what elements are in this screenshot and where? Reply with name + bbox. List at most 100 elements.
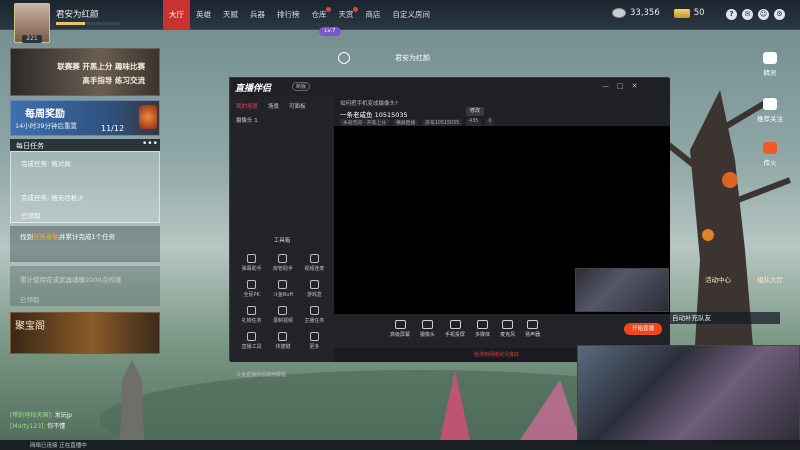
tool-icon <box>309 306 319 315</box>
tool-label: 视频连麦 <box>304 266 325 272</box>
medal-icon <box>139 105 157 129</box>
tool-icon <box>278 332 288 341</box>
tool-icon <box>278 306 288 315</box>
party-hall-label: 组队大厅 <box>757 276 783 284</box>
control-button[interactable]: 摄像头 <box>420 320 435 338</box>
nav-tab[interactable]: 仓库 <box>306 0 333 30</box>
weekly-reset-time: 14小时39分钟后重置 <box>15 122 78 130</box>
recommend-follow-button[interactable]: 推荐关注 <box>752 98 788 123</box>
toolbox-item[interactable]: 礼物任务 <box>236 306 267 324</box>
daily-task-title: 每日任务 <box>16 142 44 150</box>
nav-tab[interactable]: 兵器 <box>244 0 271 30</box>
room-name: 君安为红颜 <box>395 54 430 62</box>
notification-dot <box>325 7 331 12</box>
weekly-reward-panel[interactable]: 每周奖励 14小时39分钟后重置 11/12 <box>10 100 160 136</box>
help-icon[interactable]: ? <box>726 9 737 20</box>
room-tag: 435 <box>466 119 482 126</box>
tool-label: 全民PK <box>243 292 260 298</box>
tool-label: 弹幕助手 <box>241 266 262 272</box>
tool-label: 更多 <box>309 344 320 350</box>
toolbox-item[interactable]: 游戏盒 <box>299 280 330 298</box>
control-button[interactable]: 高级屏幕 <box>390 320 410 338</box>
status-text: 检测到网络状况良好 <box>474 352 520 358</box>
control-buttons: 高级屏幕 摄像头 手机投屏 多媒体 麦克风 扬声器 <box>390 320 540 338</box>
event-banner[interactable]: 联赛赛 开黑上分 趣味比赛 高手指导 练习交流 <box>10 48 160 96</box>
player-level: 221 <box>22 35 42 43</box>
match-bar[interactable]: 自动补充队友 <box>668 312 780 324</box>
toolbox-item[interactable]: 全民PK <box>236 280 267 298</box>
treasure-pavilion-banner[interactable]: 聚宝阁 <box>10 312 160 354</box>
tool-icon <box>247 332 257 341</box>
tool-icon <box>309 332 319 341</box>
party-hall-button[interactable]: 组队大厅 <box>752 274 788 284</box>
nav-tab[interactable]: 天赏 <box>333 0 360 30</box>
tool-label: 斗鱼Buff <box>272 292 294 298</box>
tool-label: 房管助手 <box>272 266 293 272</box>
find-task-highlight: 任务卷轴 <box>33 233 59 241</box>
tool-icon <box>247 306 257 315</box>
more-icon[interactable]: ••• <box>142 139 158 149</box>
currency-bar: 33,356 50 <box>612 8 705 18</box>
scene-item-camera[interactable]: 摄像头 1 <box>236 116 258 124</box>
tab-panels[interactable]: 可面板 <box>289 102 306 110</box>
control-button[interactable]: 扬声器 <box>525 320 540 338</box>
control-icon <box>394 320 406 329</box>
toolbox-item[interactable]: 房管助手 <box>267 254 298 272</box>
tab-my-scenes[interactable]: 我的场景 <box>236 102 258 110</box>
modify-button[interactable]: 修改 <box>466 107 484 116</box>
tool-label: 录制视频 <box>272 318 293 324</box>
control-button[interactable]: 手机投屏 <box>445 320 465 338</box>
tool-label: 主播任务 <box>304 318 325 324</box>
toolbox-item[interactable]: 视频连麦 <box>299 254 330 272</box>
nav-tab[interactable]: 大厅 <box>163 0 190 30</box>
chat-message: [Morty123]: 你不懂 <box>10 421 180 430</box>
toolbox-item[interactable]: 主播任务 <box>299 306 330 324</box>
taskbar: 网络已连接 正在直播中 <box>0 440 800 450</box>
activity-center-button[interactable]: 活动中心 <box>700 274 736 284</box>
toolbox-item[interactable]: 录制视频 <box>267 306 298 324</box>
collect-task-panel[interactable]: 累计使用花或武器魂魄2000点的魂 已领取 <box>10 266 160 306</box>
room-tag: 0 <box>485 119 495 126</box>
toolbox-item[interactable]: 斗鱼Buff <box>267 280 298 298</box>
mail-icon[interactable]: ✉ <box>742 9 753 20</box>
minimize-button[interactable]: — <box>602 82 609 90</box>
weekly-progress-count: 11/12 <box>101 124 125 133</box>
maximize-button[interactable]: □ <box>617 82 624 90</box>
nav-tab[interactable]: 英雄 <box>190 0 217 30</box>
find-task-suffix: 并累计完成1个任务 <box>59 233 116 241</box>
settings-icon[interactable]: ⚙ <box>774 9 785 20</box>
start-live-button[interactable]: 开始直播 <box>624 323 662 335</box>
xp-fill <box>56 22 85 25</box>
chat-sender: [帮的地狱天国]: <box>10 412 53 419</box>
toolbox-item[interactable]: 弹幕助手 <box>236 254 267 272</box>
daily-task-panel[interactable]: 完成任务: 络对局 完成任务: 络无尽枪火 已领取 <box>10 151 160 223</box>
tab-scenes[interactable]: 场景 <box>268 102 279 110</box>
tool-label: 直播工具 <box>241 344 262 350</box>
room-tags: 永劫无间 · 开黑上分 横屏直播 房号10515035 435 0 <box>340 119 495 126</box>
toolbox-item[interactable]: 快捷键 <box>267 332 298 350</box>
friends-icon[interactable]: ☺ <box>758 9 769 20</box>
control-label: 高级屏幕 <box>390 332 411 338</box>
camera-icon <box>763 98 777 110</box>
webcam-overlay-small <box>575 268 669 312</box>
nav-tab[interactable]: 自定义房间 <box>387 0 437 30</box>
nav-tab[interactable]: 天赋 <box>217 0 244 30</box>
flame-icon <box>763 142 777 154</box>
notice-text[interactable]: 如何把手机变成摄像头? <box>340 99 398 107</box>
pass-fire-button[interactable]: 传火 <box>752 142 788 167</box>
chat-sender: [Morty123]: <box>10 423 46 430</box>
toolbox-item[interactable]: 直播工具 <box>236 332 267 350</box>
tool-label: 快捷键 <box>275 344 291 350</box>
streaming-app-window: 直播伴侣 新版 — □ ✕ 我的场景 场景 可面板 摄像头 1 工具箱 弹幕助手… <box>229 77 670 378</box>
control-button[interactable]: 多媒体 <box>475 320 490 338</box>
control-button[interactable]: 麦克风 <box>500 320 515 338</box>
sprite-button[interactable]: 精灵 <box>752 52 788 77</box>
nav-tab[interactable]: 商店 <box>360 0 387 30</box>
event-banner-line1: 联赛赛 开黑上分 趣味比赛 <box>57 62 145 71</box>
tool-icon <box>309 254 319 263</box>
tutorial-link[interactable]: 斗鱼直播伴侣使用教程 <box>236 371 286 378</box>
close-button[interactable]: ✕ <box>632 82 638 90</box>
nav-tab[interactable]: 排行榜 <box>271 0 306 30</box>
find-task-panel[interactable]: 找到任务卷轴并累计完成1个任务 <box>10 226 160 262</box>
toolbox-item[interactable]: 更多 <box>299 332 330 350</box>
